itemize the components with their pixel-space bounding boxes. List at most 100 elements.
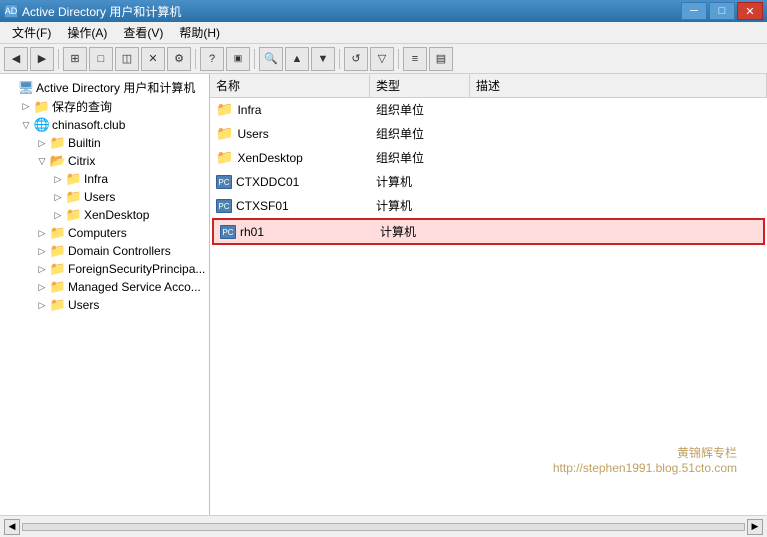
toggle-builtin: ▷ [34, 135, 50, 151]
foreign-icon: 📁 [50, 261, 66, 277]
domain-button[interactable]: ▣ [226, 47, 250, 71]
tree-item-root[interactable]: 🖥 Active Directory 用户和计算机 [0, 78, 209, 97]
ou-icon: 📁 [216, 125, 233, 142]
delete-button[interactable]: ✕ [141, 47, 165, 71]
row-desc-ctxsf01 [470, 205, 767, 207]
maximize-button[interactable]: □ [709, 2, 735, 20]
tree-item-domain[interactable]: ▽ 🌐 chinasoft.club [0, 116, 209, 134]
tree-label-saved: 保存的查询 [52, 98, 112, 115]
window-title: Active Directory 用户和计算机 [22, 3, 181, 20]
domain-icon: 🌐 [34, 117, 50, 133]
toggle-citrix: ▽ [34, 153, 50, 169]
row-desc-infra [470, 109, 767, 111]
tree-label-domain: chinasoft.club [52, 118, 125, 132]
tree-label-citrix: Citrix [68, 154, 95, 168]
row-name-users: 📁 Users [210, 124, 370, 143]
paste-button[interactable]: ◫ [115, 47, 139, 71]
toolbar-sep3 [254, 49, 255, 69]
toggle-xd: ▷ [50, 207, 66, 223]
copy-button[interactable]: □ [89, 47, 113, 71]
tree-label-managed: Managed Service Acco... [68, 280, 201, 294]
view-toggle-button[interactable]: ⊞ [63, 47, 87, 71]
dc-icon: 📁 [50, 243, 66, 259]
tree-panel: 🖥 Active Directory 用户和计算机 ▷ 📁 保存的查询 ▽ 🌐 … [0, 74, 210, 515]
close-button[interactable]: ✕ [737, 2, 763, 20]
horizontal-scrollbar[interactable] [22, 523, 745, 531]
toggle-comp: ▷ [34, 225, 50, 241]
toggle-root [2, 80, 18, 96]
tree-item-foreign[interactable]: ▷ 📁 ForeignSecurityPrincipa... [0, 260, 209, 278]
col-header-desc[interactable]: 描述 [470, 74, 767, 97]
filter-button[interactable]: ▽ [370, 47, 394, 71]
tree-item-citrix-users[interactable]: ▷ 📁 Users [0, 188, 209, 206]
move-up-button[interactable]: ▲ [285, 47, 309, 71]
main-area: 🖥 Active Directory 用户和计算机 ▷ 📁 保存的查询 ▽ 🌐 … [0, 74, 767, 515]
tree-label-computers: Computers [68, 226, 127, 240]
detail-view-button[interactable]: ▤ [429, 47, 453, 71]
tree-item-dc[interactable]: ▷ 📁 Domain Controllers [0, 242, 209, 260]
computer-icon: PC [216, 175, 232, 189]
app-icon: AD [4, 4, 18, 18]
citrix-icon: 📂 [50, 153, 66, 169]
row-name-ctxddc01: PC CTXDDC01 [210, 174, 370, 190]
menu-view[interactable]: 查看(V) [115, 22, 171, 43]
minimize-button[interactable]: ─ [681, 2, 707, 20]
window-controls: ─ □ ✕ [681, 2, 763, 20]
scroll-right-button[interactable]: ▶ [747, 519, 763, 535]
row-name-infra: 📁 Infra [210, 100, 370, 119]
tree-item-infra[interactable]: ▷ 📁 Infra [0, 170, 209, 188]
list-row[interactable]: PC CTXSF01 计算机 [210, 194, 767, 218]
tree-item-xendesktop[interactable]: ▷ 📁 XenDesktop [0, 206, 209, 224]
toggle-fs: ▷ [34, 261, 50, 277]
list-view-button[interactable]: ≡ [403, 47, 427, 71]
tree-label-foreign: ForeignSecurityPrincipa... [68, 262, 205, 276]
col-header-name[interactable]: 名称 [210, 74, 370, 97]
tree-item-managed[interactable]: ▷ 📁 Managed Service Acco... [0, 278, 209, 296]
back-button[interactable]: ◀ [4, 47, 28, 71]
menu-file[interactable]: 文件(F) [4, 22, 59, 43]
tree-item-saved[interactable]: ▷ 📁 保存的查询 [0, 97, 209, 116]
properties-button[interactable]: ⚙ [167, 47, 191, 71]
tree-item-builtin[interactable]: ▷ 📁 Builtin [0, 134, 209, 152]
search-button[interactable]: 🔍 [259, 47, 283, 71]
menu-action[interactable]: 操作(A) [59, 22, 115, 43]
toggle-domain: ▽ [18, 117, 34, 133]
column-header: 名称 类型 描述 [210, 74, 767, 98]
row-name-xendesktop: 📁 XenDesktop [210, 148, 370, 167]
tree-item-users-root[interactable]: ▷ 📁 Users [0, 296, 209, 314]
row-desc-rh01 [474, 231, 763, 233]
list-row[interactable]: PC CTXDDC01 计算机 [210, 170, 767, 194]
scroll-left-button[interactable]: ◀ [4, 519, 20, 535]
computer-icon: PC [220, 225, 236, 239]
row-type-infra: 组织单位 [370, 100, 470, 119]
list-row[interactable]: 📁 Users 组织单位 [210, 122, 767, 146]
refresh-button[interactable]: ↺ [344, 47, 368, 71]
list-row-selected[interactable]: PC rh01 计算机 [212, 218, 765, 245]
title-bar: AD Active Directory 用户和计算机 ─ □ ✕ [0, 0, 767, 22]
users-root-icon: 📁 [50, 297, 66, 313]
list-row[interactable]: 📁 Infra 组织单位 [210, 98, 767, 122]
builtin-icon: 📁 [50, 135, 66, 151]
row-type-ctxddc01: 计算机 [370, 172, 470, 191]
row-type-rh01: 计算机 [374, 222, 474, 241]
menu-help[interactable]: 帮助(H) [171, 22, 228, 43]
managed-icon: 📁 [50, 279, 66, 295]
move-down-button[interactable]: ▼ [311, 47, 335, 71]
row-type-xendesktop: 组织单位 [370, 148, 470, 167]
forward-button[interactable]: ▶ [30, 47, 54, 71]
tree-label-builtin: Builtin [68, 136, 101, 150]
computer-icon: PC [216, 199, 232, 213]
tree-item-computers[interactable]: ▷ 📁 Computers [0, 224, 209, 242]
tree-label-users-root: Users [68, 298, 99, 312]
toolbar: ◀ ▶ ⊞ □ ◫ ✕ ⚙ ? ▣ 🔍 ▲ ▼ ↺ ▽ ≡ ▤ [0, 44, 767, 74]
toggle-cu: ▷ [50, 189, 66, 205]
help-button[interactable]: ? [200, 47, 224, 71]
toggle-infra: ▷ [50, 171, 66, 187]
list-row[interactable]: 📁 XenDesktop 组织单位 [210, 146, 767, 170]
tree-label-xendesktop: XenDesktop [84, 208, 149, 222]
ou-icon: 📁 [216, 101, 233, 118]
tree-label-citrix-users: Users [84, 190, 115, 204]
title-bar-left: AD Active Directory 用户和计算机 [4, 3, 181, 20]
col-header-type[interactable]: 类型 [370, 74, 470, 97]
tree-item-citrix[interactable]: ▽ 📂 Citrix [0, 152, 209, 170]
